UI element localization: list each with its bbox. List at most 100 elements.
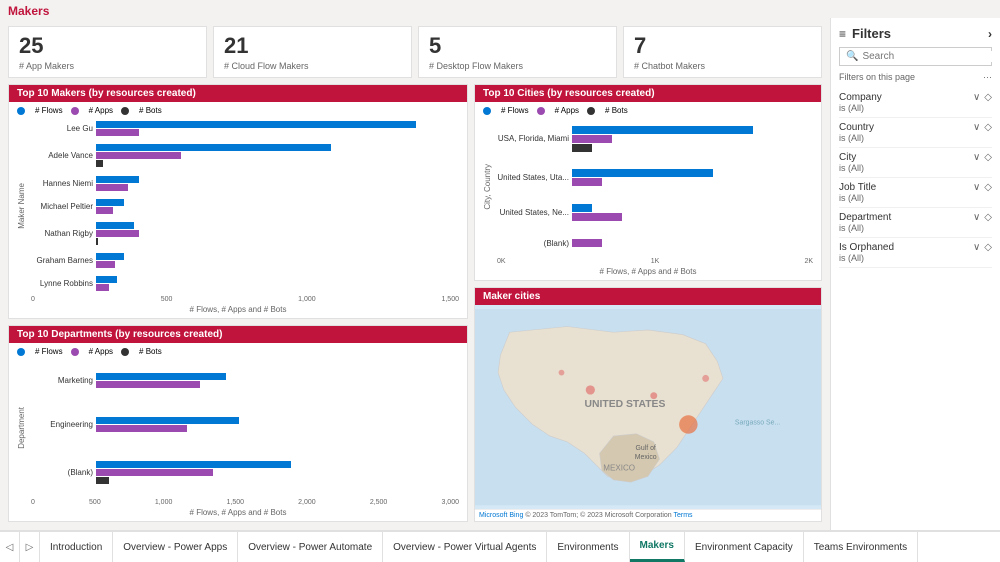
filter-name: Department∨◇ <box>839 212 992 223</box>
filter-clear-button[interactable]: ◇ <box>984 212 992 223</box>
filter-clear-button[interactable]: ◇ <box>984 242 992 253</box>
depts-y-axis-label: Department <box>17 407 26 449</box>
bar-segment <box>96 144 331 151</box>
filter-item: Is Orphaned∨◇is (All) <box>839 238 992 268</box>
dept-bar-row: Marketing <box>28 373 459 388</box>
filters-on-page-label: Filters on this page ··· <box>839 72 992 82</box>
filters-toggle-button[interactable]: › <box>988 27 992 41</box>
nav-tab-environment-capacity[interactable]: Environment Capacity <box>685 532 804 562</box>
bar-segment <box>96 417 239 424</box>
bar-segment <box>96 160 103 167</box>
filter-name-label: Job Title <box>839 182 876 193</box>
stat-app-makers-number: 25 <box>19 33 196 59</box>
top-departments-chart-title: Top 10 Departments (by resources created… <box>9 326 467 343</box>
nav-tab-overview---power-virtual-agents[interactable]: Overview - Power Virtual Agents <box>383 532 547 562</box>
axis-tick: 500 <box>89 499 101 506</box>
nav-prev-arrow[interactable]: ◁ <box>0 532 20 562</box>
filters-search-input[interactable] <box>862 51 994 62</box>
filter-clear-button[interactable]: ◇ <box>984 92 992 103</box>
filters-panel: ≡ Filters › 🔍 Filters on this page ··· C… <box>830 18 1000 530</box>
cities-x-axis-label: # Flows, # Apps and # Bots <box>483 267 813 276</box>
bar-segment <box>572 204 592 212</box>
filter-clear-button[interactable]: ◇ <box>984 152 992 163</box>
filter-expand-button[interactable]: ∨ <box>973 242 980 253</box>
filter-value: is (All) <box>839 223 992 233</box>
filter-value: is (All) <box>839 133 992 143</box>
bar-segment <box>96 261 115 268</box>
maker-cities-map-title: Maker cities <box>475 288 821 305</box>
filter-name-label: Country <box>839 122 874 133</box>
bar-segment <box>96 121 416 128</box>
depts-x-axis-label: # Flows, # Apps and # Bots <box>17 508 459 517</box>
makers-y-axis-label: Maker Name <box>17 183 26 229</box>
bar-segment <box>96 477 109 484</box>
bar-segment <box>96 184 128 191</box>
nav-tab-overview---power-apps[interactable]: Overview - Power Apps <box>113 532 238 562</box>
filters-menu-icon[interactable]: ··· <box>983 72 992 82</box>
maker-bar-label: Hannes Niemi <box>28 179 93 188</box>
nav-tab-makers[interactable]: Makers <box>630 532 685 562</box>
stat-app-makers: 25 # App Makers <box>8 26 207 78</box>
bar-segment <box>572 213 622 221</box>
filter-clear-button[interactable]: ◇ <box>984 182 992 193</box>
top-makers-chart: Top 10 Makers (by resources created) # F… <box>8 84 468 319</box>
flows-legend-label: # Flows <box>35 106 63 115</box>
filter-item: Job Title∨◇is (All) <box>839 178 992 208</box>
filter-item: Department∨◇is (All) <box>839 208 992 238</box>
bar-segment <box>96 276 117 283</box>
city-bar-label: United States, Ne... <box>494 208 569 217</box>
dept-bar-label: Marketing <box>28 376 93 385</box>
page-title: Makers <box>0 0 1000 18</box>
bar-segment <box>572 239 602 247</box>
bar-segment <box>572 144 592 152</box>
city-bar-row: United States, Ne... <box>494 204 813 221</box>
filter-expand-button[interactable]: ∨ <box>973 182 980 193</box>
bar-segment <box>96 461 291 468</box>
cities-apps-dot <box>537 107 545 115</box>
filter-expand-button[interactable]: ∨ <box>973 152 980 163</box>
bar-segment <box>96 284 109 291</box>
filters-search-box[interactable]: 🔍 <box>839 47 992 66</box>
makers-chart-legend: # Flows # Apps # Bots <box>17 106 459 115</box>
maker-bar-row: Adele Vance <box>28 144 459 167</box>
bing-logo: Microsoft Bing <box>479 512 523 519</box>
axis-tick: 1,500 <box>227 499 245 506</box>
filter-name: Country ∨ ◇ <box>839 122 992 133</box>
filter-expand-button[interactable]: ∨ <box>973 92 980 103</box>
nav-tab-overview---power-automate[interactable]: Overview - Power Automate <box>238 532 383 562</box>
nav-tab-introduction[interactable]: Introduction <box>40 532 113 562</box>
dept-bar-label: (Blank) <box>28 468 93 477</box>
top-makers-chart-title: Top 10 Makers (by resources created) <box>9 85 467 102</box>
filter-value: is (All) <box>839 103 992 113</box>
terms-link[interactable]: Terms <box>674 512 693 519</box>
axis-tick: 2,000 <box>298 499 316 506</box>
maker-bar-label: Lynne Robbins <box>28 279 93 288</box>
city-bar-label: United States, Uta... <box>494 173 569 182</box>
bar-segment <box>96 425 187 432</box>
cities-y-axis-label: City, Country <box>483 164 492 210</box>
maker-bar-row: Graham Barnes <box>28 253 459 268</box>
stat-desktop-flow-label: # Desktop Flow Makers <box>429 61 606 71</box>
filter-name-label: Company <box>839 92 882 103</box>
bar-segment <box>96 129 139 136</box>
nav-next-arrow[interactable]: ▷ <box>20 532 40 562</box>
bottom-nav: ◁ ▷ IntroductionOverview - Power AppsOve… <box>0 530 1000 562</box>
stat-chatbot-makers: 7 # Chatbot Makers <box>623 26 822 78</box>
bots-legend-dot <box>121 107 129 115</box>
nav-tab-teams-environments[interactable]: Teams Environments <box>804 532 918 562</box>
stats-row: 25 # App Makers 21 # Cloud Flow Makers 5… <box>8 26 822 78</box>
city-bar-label: (Blank) <box>494 239 569 248</box>
filter-clear-button[interactable]: ◇ <box>984 122 992 133</box>
stat-cloud-flow-number: 21 <box>224 33 401 59</box>
nav-tab-environments[interactable]: Environments <box>547 532 629 562</box>
bar-segment <box>96 152 181 159</box>
maker-bar-label: Graham Barnes <box>28 256 93 265</box>
depts-bots-label: # Bots <box>139 347 162 356</box>
maker-bar-row: Michael Peltier <box>28 199 459 214</box>
filter-expand-button[interactable]: ∨ <box>973 122 980 133</box>
flows-legend-dot <box>17 107 25 115</box>
bar-segment <box>96 469 213 476</box>
filter-expand-button[interactable]: ∨ <box>973 212 980 223</box>
bar-segment <box>96 176 139 183</box>
bar-segment <box>96 253 124 260</box>
